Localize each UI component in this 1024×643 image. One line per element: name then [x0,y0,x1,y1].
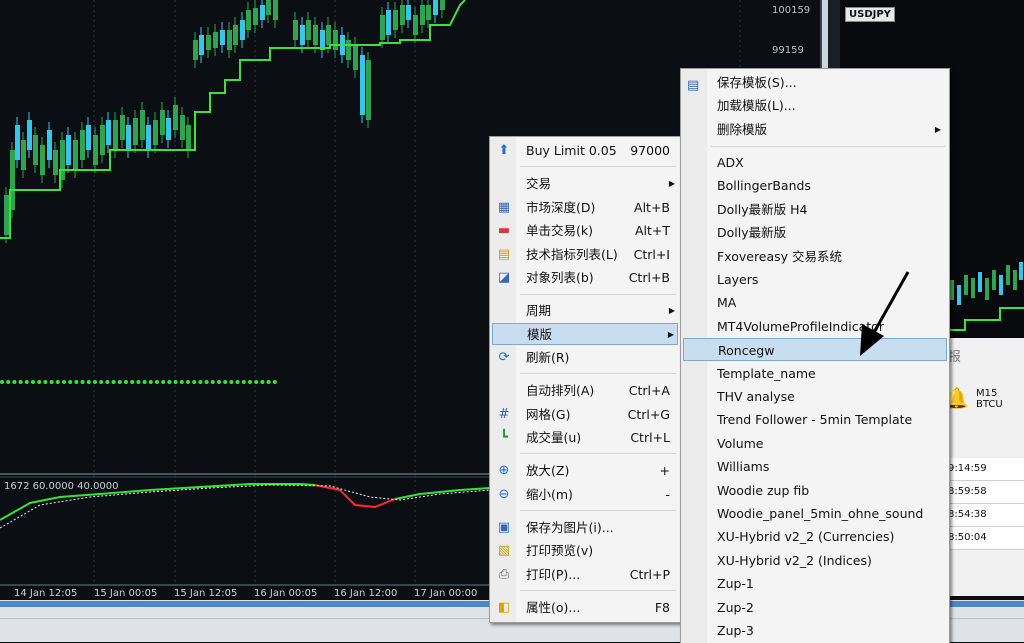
time-label: 16 Jan 00:05 [254,588,317,599]
template-item[interactable]: Template_name [683,362,947,385]
symbol-tab-usdjpy[interactable]: USDJPY [845,7,895,22]
menu-item-print[interactable]: ⎙ 打印(P)... Ctrl+P [492,564,678,586]
menu-item-objects-list[interactable]: ◪ 对象列表(b) Ctrl+B [492,267,678,289]
template-item[interactable]: XU-Hybrid v2_2 (Indices) [683,549,947,572]
alert-time: 8:50:04 [948,527,1024,550]
submenu-arrow-icon: ▶ [934,125,941,134]
object-list-icon: ◪ [497,270,511,285]
menu-item-print-preview[interactable]: ▧ 打印预览(v) [492,540,678,562]
volume-icon: ┗ [500,430,508,445]
alert-time: 9:14:59 [948,458,1024,481]
menu-item-market-depth[interactable]: ▦ 市场深度(D) Alt+B [492,197,678,219]
print-preview-icon: ▧ [497,543,511,558]
alert-label: M15 BTCU [976,388,1003,410]
menu-item-one-click-trading[interactable]: ▬ 单击交易(k) Alt+T [492,220,678,242]
menu-item-volumes[interactable]: ┗ 成交量(u) Ctrl+L [492,427,678,449]
template-submenu: ▤ 保存模板(S)... 加载模版(L)... 删除模版 ▶ ADX Bolling… [680,68,950,643]
time-label: 17 Jan 00:00 [414,588,477,599]
template-item[interactable]: Layers [683,268,947,291]
save-picture-icon: ▣ [497,520,511,535]
template-item[interactable]: Woodie zup fib [683,479,947,502]
alert-time: 8:54:38 [948,504,1024,527]
menu-item-properties[interactable]: ◧ 属性(o)... F8 [492,597,678,619]
template-item[interactable]: BollingerBands [683,174,947,197]
time-label: 16 Jan 12:00 [334,588,397,599]
indicator-list-icon: ▤ [497,247,511,262]
up-arrow-icon: ⬆ [498,143,510,158]
menu-item-timeframes[interactable]: 周期 ▶ [492,300,678,322]
price-label: 100159 [772,5,810,16]
template-item[interactable]: MA [683,291,947,314]
menu-item-zoom-in[interactable]: ⊕ 放大(Z) + [492,460,678,482]
submenu-arrow-icon: ▶ [668,179,675,188]
submenu-arrow-icon: ▶ [668,306,675,315]
zoom-out-icon: ⊖ [498,487,510,502]
menu-item-trade[interactable]: 交易 ▶ [492,173,678,195]
template-item[interactable]: Dolly最新版 H4 [683,198,947,221]
menu-item-auto-scroll[interactable]: 自动排列(A) Ctrl+A [492,380,678,402]
template-item[interactable]: Zup-2 [683,596,947,619]
template-item[interactable]: Volume [683,432,947,455]
time-label: 15 Jan 00:05 [94,588,157,599]
template-item[interactable]: Roncegw [683,338,947,362]
template-action-load[interactable]: 加载模版(L)... [683,94,947,117]
template-item[interactable]: Dolly最新版 [683,221,947,244]
menu-item-zoom-out[interactable]: ⊖ 缩小(m) - [492,484,678,506]
menu-item-buy-limit[interactable]: ⬆ Buy Limit 0.05 97000 [492,140,678,162]
submenu-arrow-icon: ▶ [667,330,674,339]
one-click-icon: ▬ [497,223,511,238]
template-item[interactable]: THV analyse [683,385,947,408]
properties-icon: ◧ [497,600,511,615]
template-item[interactable]: MT4VolumeProfileIndicator [683,315,947,338]
menu-item-save-as-picture[interactable]: ▣ 保存为图片(i)... [492,517,678,539]
template-action-remove[interactable]: 删除模版 ▶ [683,118,947,141]
menu-item-grid[interactable]: # 网格(G) Ctrl+G [492,404,678,426]
template-item[interactable]: Trend Follower - 5min Template [683,408,947,431]
menu-item-templates[interactable]: 模版 ▶ [492,323,678,345]
alert-time: 8:59:58 [948,481,1024,504]
template-item[interactable]: Fxovereasy 交易系统 [683,245,947,268]
template-action-save[interactable]: ▤ 保存模板(S)... [683,71,947,94]
price-label: 99159 [772,45,804,56]
market-depth-icon: ▦ [497,200,511,215]
menu-item-indicators-list[interactable]: ▤ 技术指标列表(L) Ctrl+I [492,244,678,266]
template-item[interactable]: Zup-3 [683,619,947,642]
refresh-icon: ⟳ [498,350,510,365]
template-item[interactable]: Williams [683,455,947,478]
menu-item-refresh[interactable]: ⟳ 刷新(R) [492,347,678,369]
time-label: 14 Jan 12:05 [14,588,77,599]
chart-context-menu: ⬆ Buy Limit 0.05 97000 交易 ▶ ▦ 市场深度(D) Alt+B… [489,136,681,623]
print-icon: ⎙ [498,567,510,582]
time-label: 15 Jan 12:05 [174,588,237,599]
template-item[interactable]: ADX [683,151,947,174]
indicator-label: 1672 60.0000 40.0000 [4,481,119,492]
template-item[interactable]: Woodie_panel_5min_ohne_sound [683,502,947,525]
template-item[interactable]: Zup-1 [683,572,947,595]
zoom-in-icon: ⊕ [498,463,510,478]
alerts-panel: 报 🔔 M15 BTCU 9:14:59 8:59:58 8:54:38 8:5… [944,338,1024,596]
grid-icon: # [498,407,510,422]
template-item[interactable]: XU-Hybrid v2_2 (Currencies) [683,525,947,548]
